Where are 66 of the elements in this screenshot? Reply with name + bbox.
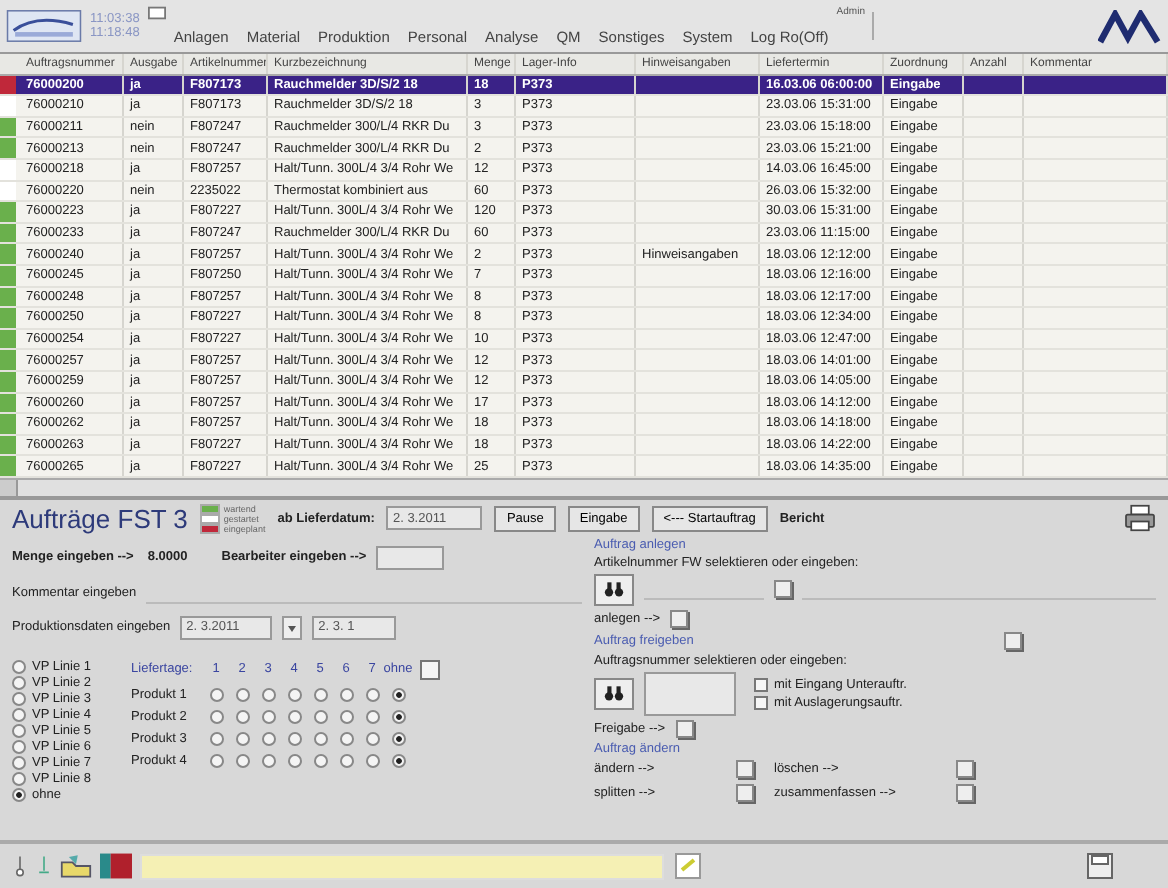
go-button[interactable] [675, 719, 694, 738]
radio-button[interactable] [235, 709, 250, 724]
radio-button[interactable] [261, 687, 276, 702]
company-logo-icon [1098, 9, 1162, 43]
go-button[interactable] [670, 609, 689, 628]
binoculars-icon [604, 580, 624, 599]
radio-button[interactable] [287, 753, 302, 768]
tool-icon[interactable] [12, 852, 28, 880]
panel-title: Aufträge FST 3 [12, 503, 188, 534]
radio-button[interactable] [12, 739, 26, 754]
save-icon[interactable] [1084, 852, 1116, 880]
search-button[interactable] [594, 573, 634, 606]
radio-button[interactable] [287, 731, 302, 746]
input-field[interactable] [644, 671, 736, 716]
radio-button[interactable] [365, 709, 380, 724]
radio-button[interactable] [313, 753, 328, 768]
radio-button[interactable] [261, 731, 276, 746]
radio-button[interactable] [261, 753, 276, 768]
checkbox[interactable] [754, 695, 768, 710]
folder-icon[interactable] [60, 852, 92, 880]
window-icon [147, 6, 166, 20]
search-button[interactable] [594, 677, 634, 710]
books-icon[interactable] [100, 852, 132, 880]
radio-button[interactable] [209, 709, 224, 724]
radio-button[interactable] [235, 687, 250, 702]
dropdown-button[interactable] [774, 580, 792, 599]
radio-button[interactable] [365, 753, 380, 768]
note-icon[interactable] [672, 852, 704, 880]
radio-button[interactable] [12, 675, 26, 690]
radio-button[interactable] [339, 709, 354, 724]
radio-button[interactable] [339, 731, 354, 746]
radio-button[interactable] [209, 731, 224, 746]
go-button[interactable] [1003, 631, 1022, 650]
radio-button[interactable] [12, 755, 26, 770]
checkbox[interactable] [419, 659, 440, 680]
radio-button[interactable] [209, 687, 224, 702]
radio-button[interactable] [391, 709, 406, 724]
radio-button[interactable] [287, 709, 302, 724]
radio-button[interactable] [339, 753, 354, 768]
radio-button[interactable] [235, 753, 250, 768]
radio-button[interactable] [365, 687, 380, 702]
radio-button[interactable] [12, 659, 26, 674]
checkbox[interactable] [754, 677, 768, 692]
caret-icon [286, 621, 299, 634]
radio-button[interactable] [365, 731, 380, 746]
radio-button[interactable] [313, 731, 328, 746]
logo-icon [6, 8, 82, 44]
radio-button[interactable] [12, 707, 26, 722]
radio-button[interactable] [339, 687, 354, 702]
radio-button[interactable] [12, 723, 26, 738]
dropdown-button[interactable] [282, 615, 303, 640]
binoculars-icon [604, 684, 624, 703]
radio-button[interactable] [313, 709, 328, 724]
radio-button[interactable] [313, 687, 328, 702]
radio-button[interactable] [235, 731, 250, 746]
radio-button[interactable] [12, 771, 26, 786]
radio-button[interactable] [12, 787, 26, 802]
radio-button[interactable] [261, 709, 276, 724]
radio-button[interactable] [287, 687, 302, 702]
radio-button[interactable] [391, 687, 406, 702]
printer-icon[interactable] [1124, 504, 1156, 533]
radio-button[interactable] [391, 731, 406, 746]
radio-button[interactable] [391, 753, 406, 768]
radio-button[interactable] [12, 691, 26, 706]
input-field[interactable] [376, 545, 445, 570]
radio-button[interactable] [209, 753, 224, 768]
